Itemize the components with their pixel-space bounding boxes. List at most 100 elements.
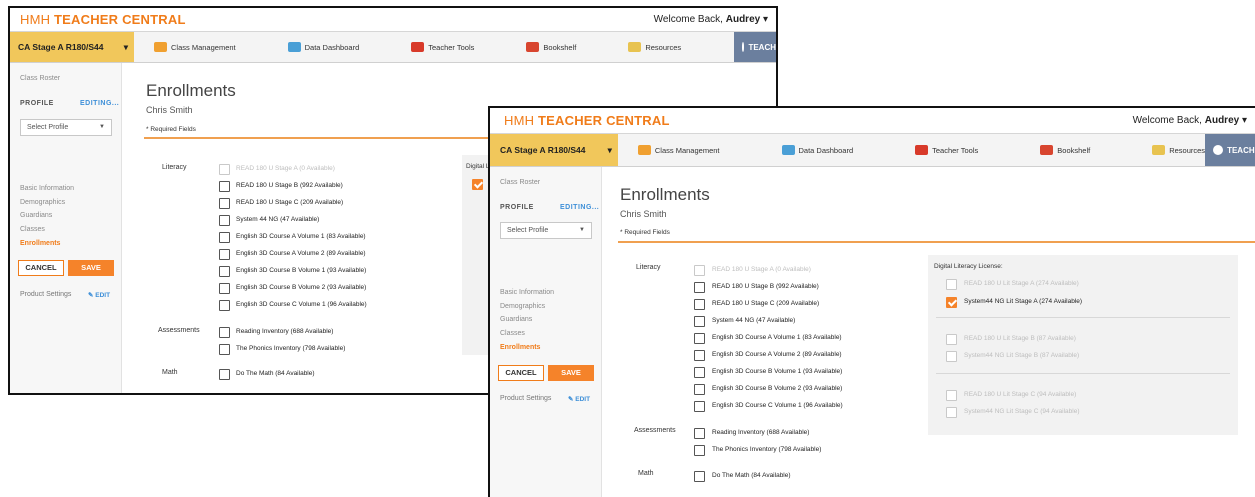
sidebar-demographics[interactable]: Demographics xyxy=(500,303,545,310)
sidebar-basic-information[interactable]: Basic Information xyxy=(20,185,74,192)
checkbox-literacy-4[interactable] xyxy=(219,215,230,226)
option-label: Reading Inventory (688 Available) xyxy=(712,429,810,436)
option-label: English 3D Course A Volume 2 (89 Availab… xyxy=(712,351,842,358)
sidebar-demographics[interactable]: Demographics xyxy=(20,199,65,206)
checkbox-digital-checked[interactable] xyxy=(472,179,483,190)
product-settings-edit[interactable]: ✎ EDIT xyxy=(88,291,110,299)
editing-label: EDITING... xyxy=(560,204,600,211)
select-profile-dropdown[interactable]: Select Profile ▼ xyxy=(500,222,592,239)
save-button[interactable]: SAVE xyxy=(548,365,594,381)
option-label: English 3D Course A Volume 2 (89 Availab… xyxy=(236,250,366,257)
class-selector[interactable]: CA Stage A R180/S44 ▾ xyxy=(10,32,134,62)
checkbox-literacy-1[interactable] xyxy=(694,265,705,276)
checkbox-assessment-2[interactable] xyxy=(694,445,705,456)
sidebar-class-roster[interactable]: Class Roster xyxy=(20,75,60,82)
option-label: System 44 NG (47 Available) xyxy=(236,216,320,223)
product-settings-label: Product Settings xyxy=(20,291,72,298)
cancel-button[interactable]: CANCEL xyxy=(498,365,544,381)
chevron-down-icon: ▼ xyxy=(579,227,585,233)
teach-button[interactable]: TEACH xyxy=(1205,134,1255,166)
literacy-label: Literacy xyxy=(162,164,187,171)
option-label: English 3D Course B Volume 1 (93 Availab… xyxy=(712,368,843,375)
product-settings-edit[interactable]: ✎ EDIT xyxy=(568,395,590,403)
checkbox-literacy-2[interactable] xyxy=(219,181,230,192)
checkbox-math-1[interactable] xyxy=(694,471,705,482)
nav-data-dashboard[interactable]: Data Dashboard xyxy=(781,134,853,166)
checkbox-digital-3[interactable] xyxy=(946,334,957,345)
teach-button[interactable]: TEACH xyxy=(734,32,776,62)
option-label: READ 180 U Stage C (209 Available) xyxy=(712,300,820,307)
sidebar-classes[interactable]: Classes xyxy=(20,226,45,233)
sidebar-enrollments[interactable]: Enrollments xyxy=(20,240,60,247)
nav-teacher-tools[interactable]: Teacher Tools xyxy=(915,134,978,166)
checkbox-literacy-1[interactable] xyxy=(219,164,230,175)
front-window: HMH TEACHER CENTRAL Welcome Back, Audrey… xyxy=(488,106,1255,497)
checkbox-digital-5[interactable] xyxy=(946,390,957,401)
sidebar-classes[interactable]: Classes xyxy=(500,330,525,337)
main-nav: CA Stage A R180/S44 ▾ Class Management Da… xyxy=(10,32,776,63)
nav-data-dashboard[interactable]: Data Dashboard xyxy=(287,32,359,62)
nav-teacher-tools[interactable]: Teacher Tools xyxy=(411,32,474,62)
nav-bookshelf[interactable]: Bookshelf xyxy=(1040,134,1090,166)
nav-resources[interactable]: Resources xyxy=(1152,134,1205,166)
orange-divider xyxy=(618,241,1255,243)
nav-resources[interactable]: Resources xyxy=(628,32,681,62)
chevron-down-icon: ▼ xyxy=(99,124,105,130)
option-label: System 44 NG (47 Available) xyxy=(712,317,796,324)
nav-bookshelf[interactable]: Bookshelf xyxy=(526,32,576,62)
option-label: The Phonics Inventory (798 Available) xyxy=(712,446,822,453)
checkbox-digital-1[interactable] xyxy=(946,279,957,290)
sidebar-enrollments[interactable]: Enrollments xyxy=(500,344,540,351)
checkbox-literacy-2[interactable] xyxy=(694,282,705,293)
profile-label: PROFILE xyxy=(20,100,54,107)
checkbox-literacy-6[interactable] xyxy=(219,249,230,260)
checkbox-literacy-9[interactable] xyxy=(694,401,705,412)
checkbox-literacy-3[interactable] xyxy=(694,299,705,310)
checkbox-literacy-5[interactable] xyxy=(219,232,230,243)
checkbox-assessment-1[interactable] xyxy=(694,428,705,439)
nav-class-management[interactable]: Class Management xyxy=(154,32,236,62)
teach-icon xyxy=(1213,145,1224,155)
class-selector[interactable]: CA Stage A R180/S44 ▾ xyxy=(490,134,618,166)
option-label: English 3D Course B Volume 1 (93 Availab… xyxy=(236,267,367,274)
checkbox-digital-4[interactable] xyxy=(946,351,957,362)
sidebar-guardians[interactable]: Guardians xyxy=(20,212,52,219)
checkbox-digital-6[interactable] xyxy=(946,407,957,418)
select-profile-dropdown[interactable]: Select Profile ▼ xyxy=(20,119,112,136)
checkbox-literacy-7[interactable] xyxy=(219,266,230,277)
sidebar-class-roster[interactable]: Class Roster xyxy=(500,179,540,186)
logo: HMH TEACHER CENTRAL xyxy=(20,12,186,27)
checkbox-literacy-5[interactable] xyxy=(694,333,705,344)
checkbox-assessment-2[interactable] xyxy=(219,344,230,355)
option-label: English 3D Course B Volume 2 (93 Availab… xyxy=(712,385,843,392)
option-label: System44 NG Lit Stage A (274 Available) xyxy=(964,298,1083,305)
save-button[interactable]: SAVE xyxy=(68,260,114,276)
sidebar-basic-information[interactable]: Basic Information xyxy=(500,289,554,296)
checkbox-literacy-8[interactable] xyxy=(219,283,230,294)
checkbox-literacy-9[interactable] xyxy=(219,300,230,311)
cancel-button[interactable]: CANCEL xyxy=(18,260,64,276)
people-icon xyxy=(637,145,651,155)
literacy-label: Literacy xyxy=(636,264,661,271)
checkbox-assessment-1[interactable] xyxy=(219,327,230,338)
checkbox-literacy-4[interactable] xyxy=(694,316,705,327)
checkbox-literacy-7[interactable] xyxy=(694,367,705,378)
option-label: READ 180 U Stage A (0 Available) xyxy=(712,266,811,273)
page-title: Enrollments xyxy=(620,185,710,204)
logo: HMH TEACHER CENTRAL xyxy=(504,113,670,128)
student-name: Chris Smith xyxy=(620,209,667,219)
option-label: READ 180 U Stage A (0 Available) xyxy=(236,165,335,172)
nav-class-management[interactable]: Class Management xyxy=(637,134,720,166)
checkbox-literacy-8[interactable] xyxy=(694,384,705,395)
people-icon xyxy=(154,42,167,52)
option-label: READ 180 U Stage C (209 Available) xyxy=(236,199,344,206)
checkbox-literacy-6[interactable] xyxy=(694,350,705,361)
welcome-user[interactable]: Welcome Back, Audrey ▾ xyxy=(654,14,776,25)
main-nav: CA Stage A R180/S44 ▾ Class Management Da… xyxy=(490,134,1255,167)
checkbox-literacy-3[interactable] xyxy=(219,198,230,209)
checkbox-math-1[interactable] xyxy=(219,369,230,380)
checkbox-digital-2[interactable] xyxy=(946,297,957,308)
sidebar-guardians[interactable]: Guardians xyxy=(500,316,532,323)
sidebar: Class Roster PROFILE EDITING... Select P… xyxy=(10,63,122,393)
welcome-user[interactable]: Welcome Back, Audrey ▾ xyxy=(1133,115,1255,126)
